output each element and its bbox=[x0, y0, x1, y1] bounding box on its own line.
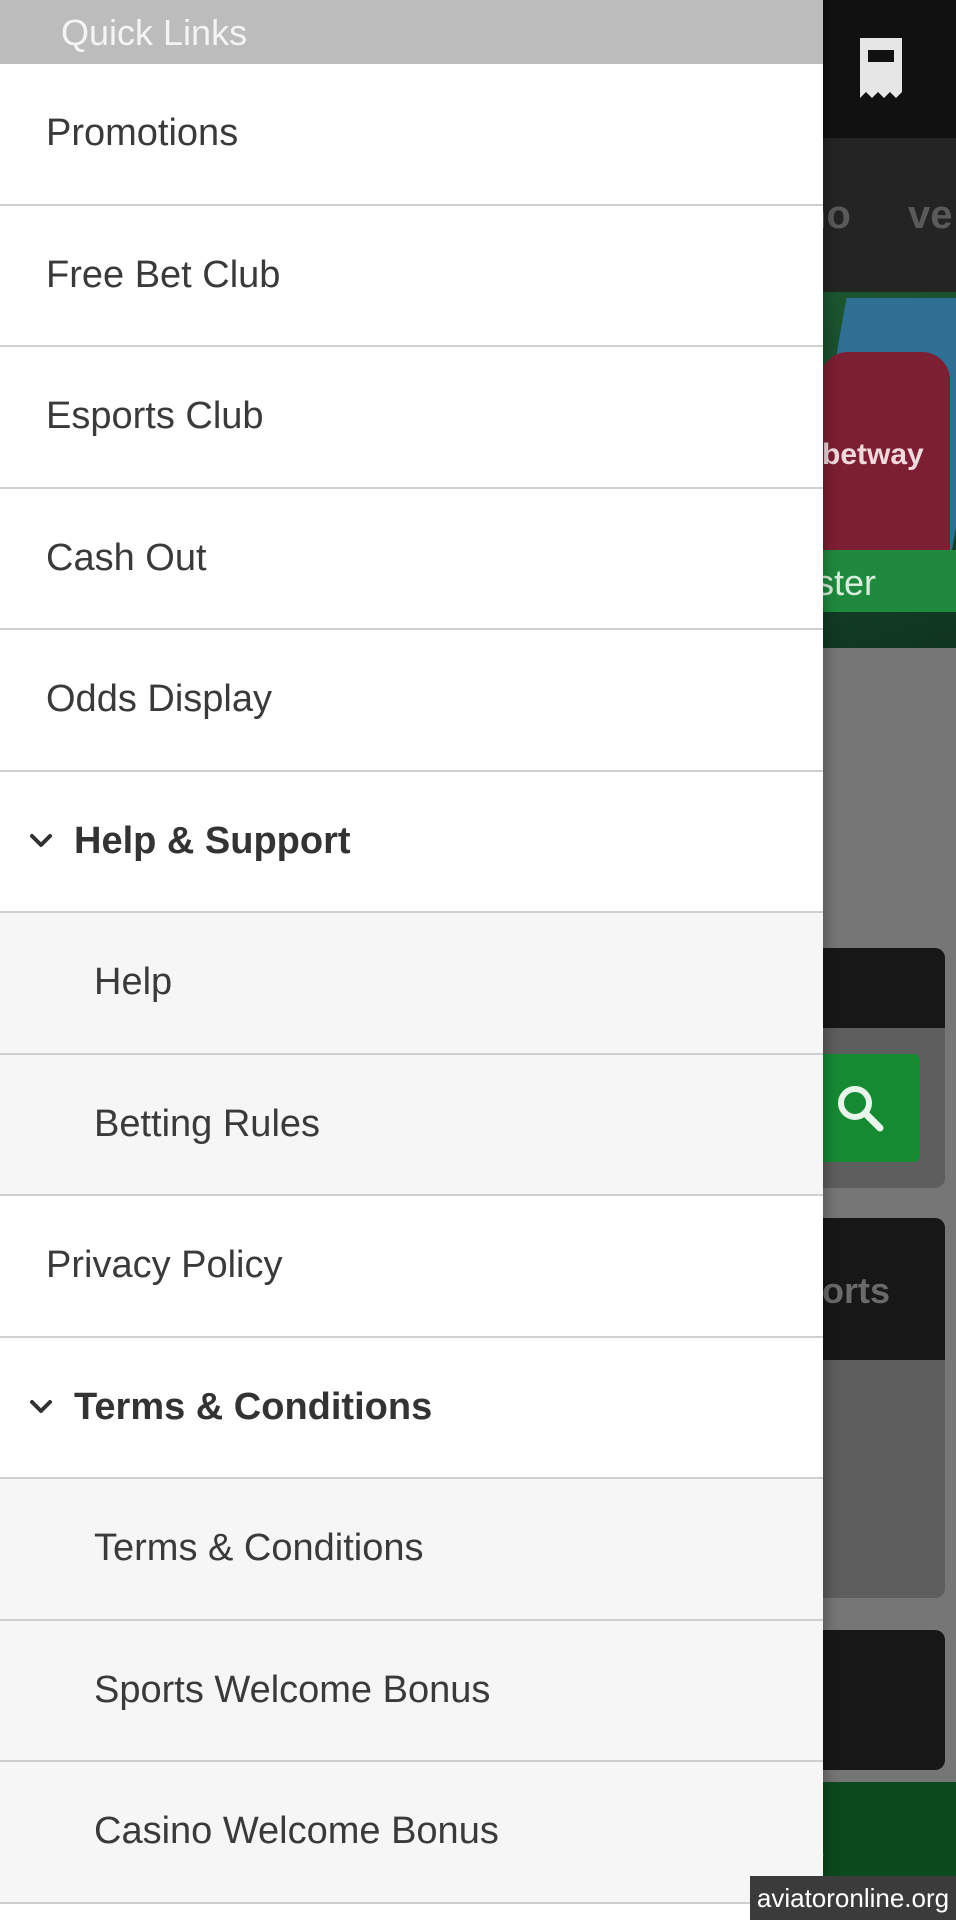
quick-links-drawer: Quick Links Promotions Free Bet Club Esp… bbox=[0, 0, 823, 1920]
menu-subitem-betting-rules[interactable]: Betting Rules bbox=[0, 1054, 823, 1196]
quick-links-menu: Promotions Free Bet Club Esports Club Ca… bbox=[0, 64, 823, 1904]
menu-subitem-sports-welcome-bonus[interactable]: Sports Welcome Bonus bbox=[0, 1620, 823, 1762]
drawer-header: Quick Links bbox=[0, 0, 823, 64]
menu-item-label: Betting Rules bbox=[94, 1102, 321, 1145]
menu-item-label: Odds Display bbox=[46, 678, 272, 721]
sports-card-title: orts bbox=[822, 1270, 891, 1311]
menu-item-label: Cash Out bbox=[46, 536, 207, 579]
menu-group-terms-conditions[interactable]: Terms & Conditions bbox=[0, 1337, 823, 1479]
chevron-down-icon bbox=[26, 826, 56, 856]
menu-item-cash-out[interactable]: Cash Out bbox=[0, 488, 823, 630]
menu-group-help-support[interactable]: Help & Support bbox=[0, 771, 823, 913]
menu-item-label: Promotions bbox=[46, 112, 239, 155]
sponsor-logo-text: betway bbox=[822, 438, 924, 471]
menu-item-label: Privacy Policy bbox=[46, 1244, 283, 1287]
menu-item-odds-display[interactable]: Odds Display bbox=[0, 630, 823, 772]
drawer-title: Quick Links bbox=[61, 12, 248, 53]
menu-item-label: Help bbox=[94, 961, 173, 1004]
menu-item-label: Free Bet Club bbox=[46, 253, 281, 296]
menu-item-label: Casino Welcome Bonus bbox=[94, 1810, 499, 1853]
menu-item-label: Esports Club bbox=[46, 395, 264, 438]
menu-item-label: Terms & Conditions bbox=[94, 1527, 424, 1570]
menu-item-esports-club[interactable]: Esports Club bbox=[0, 347, 823, 489]
search-icon bbox=[838, 1086, 884, 1132]
menu-group-label: Terms & Conditions bbox=[74, 1385, 433, 1428]
menu-subitem-help[interactable]: Help bbox=[0, 913, 823, 1055]
menu-item-label: Sports Welcome Bonus bbox=[94, 1668, 491, 1711]
menu-item-free-bet-club[interactable]: Free Bet Club bbox=[0, 205, 823, 347]
nav-item-partial[interactable]: ve bbox=[908, 193, 953, 238]
menu-item-promotions[interactable]: Promotions bbox=[0, 64, 823, 206]
menu-subitem-terms-conditions[interactable]: Terms & Conditions bbox=[0, 1479, 823, 1621]
menu-item-privacy-policy[interactable]: Privacy Policy bbox=[0, 1196, 823, 1338]
menu-subitem-casino-welcome-bonus[interactable]: Casino Welcome Bonus bbox=[0, 1762, 823, 1904]
menu-group-label: Help & Support bbox=[74, 819, 351, 862]
watermark: aviatoronline.org bbox=[750, 1876, 956, 1920]
chevron-down-icon bbox=[26, 1392, 56, 1422]
betslip-icon[interactable] bbox=[856, 36, 906, 100]
